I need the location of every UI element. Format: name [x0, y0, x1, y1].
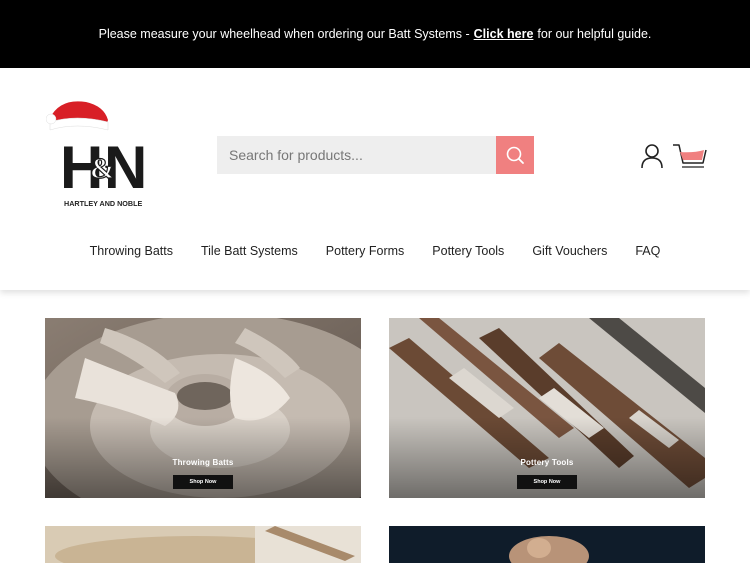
shop-now-button[interactable]: Shop Now [173, 475, 233, 489]
nav-item-pottery-forms[interactable]: Pottery Forms [312, 238, 419, 264]
pottery-tools-image [389, 318, 705, 498]
size-guide-link[interactable]: Click here [474, 27, 534, 41]
account-button[interactable] [640, 143, 664, 169]
category-tile-pottery-tools[interactable]: Pottery Tools Shop Now [389, 318, 705, 498]
main-nav: Throwing Batts Tile Batt Systems Pottery… [0, 238, 750, 264]
shop-now-button[interactable]: Shop Now [517, 475, 577, 489]
nav-item-gift-vouchers[interactable]: Gift Vouchers [518, 238, 621, 264]
cart-button[interactable] [672, 141, 708, 171]
announcement-text-end: for our helpful guide. [537, 27, 652, 41]
cart-icon [673, 144, 707, 168]
search-button[interactable] [496, 136, 534, 174]
nav-item-pottery-tools[interactable]: Pottery Tools [418, 238, 518, 264]
search-icon [506, 146, 524, 164]
tile-title: Throwing Batts [172, 458, 234, 467]
category-tile-3[interactable] [45, 526, 361, 563]
category-image [389, 526, 705, 563]
nav-item-tile-batt-systems[interactable]: Tile Batt Systems [187, 238, 312, 264]
account-icon [641, 144, 663, 169]
category-tile-throwing-batts[interactable]: Throwing Batts Shop Now [45, 318, 361, 498]
svg-text:&: & [90, 152, 115, 185]
throwing-batts-image [45, 318, 361, 498]
search-input[interactable] [217, 136, 496, 174]
announcement-bar: Please measure your wheelhead when order… [0, 0, 750, 68]
tile-title: Pottery Tools [520, 458, 574, 467]
category-image [45, 526, 361, 563]
search-bar [217, 136, 534, 174]
category-grid: Throwing Batts Shop Now Pottery Tools Sh… [0, 290, 750, 563]
svg-text:HARTLEY AND NOBLE: HARTLEY AND NOBLE [64, 199, 142, 208]
category-tile-4[interactable] [389, 526, 705, 563]
brand-logo[interactable]: H N & HARTLEY AND NOBLE [45, 96, 158, 208]
nav-item-faq[interactable]: FAQ [621, 238, 674, 264]
site-header: H N & HARTLEY AND NOBLE Throwing Bat [0, 68, 750, 290]
announcement-text: Please measure your wheelhead when order… [98, 27, 470, 41]
nav-item-throwing-batts[interactable]: Throwing Batts [76, 238, 187, 264]
